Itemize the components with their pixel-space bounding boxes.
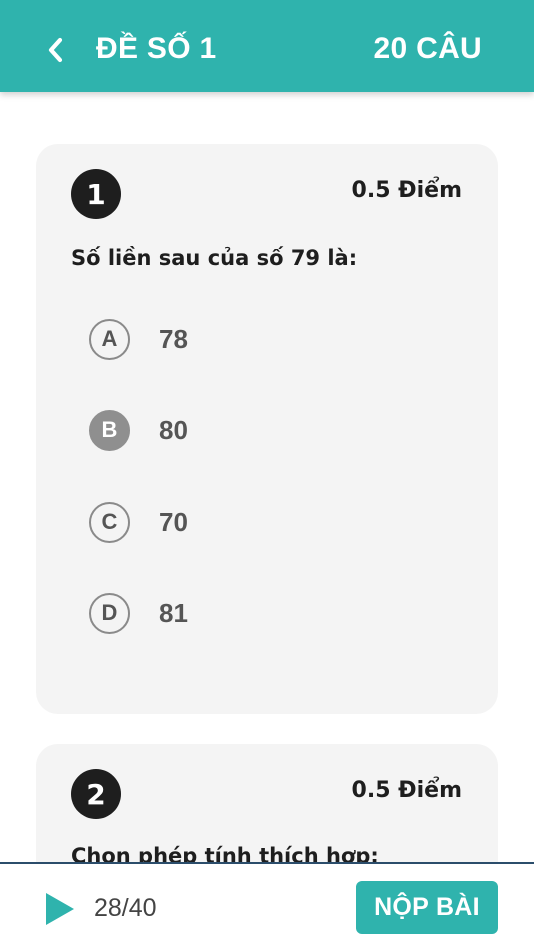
chevron-left-icon bbox=[48, 37, 63, 63]
option-letter-a: A bbox=[89, 318, 130, 360]
option-value-c: 70 bbox=[159, 506, 188, 537]
submit-button[interactable]: NỘP BÀI bbox=[356, 881, 498, 934]
option-value-a: 78 bbox=[159, 323, 188, 354]
back-button[interactable] bbox=[38, 30, 72, 70]
question-card: 2 0.5 Điểm Chọn phép tính thích hợp: bbox=[36, 744, 498, 862]
question-card: 1 0.5 Điểm Số liền sau của số 79 là: A 7… bbox=[36, 144, 498, 714]
option-value-b: 80 bbox=[159, 414, 188, 445]
question-count: 20 CÂU bbox=[373, 32, 482, 65]
question-number-badge: 1 bbox=[71, 169, 121, 219]
answer-option-b[interactable]: B 80 bbox=[89, 408, 449, 452]
question-list[interactable]: 1 0.5 Điểm Số liền sau của số 79 là: A 7… bbox=[0, 92, 534, 862]
play-icon[interactable] bbox=[44, 892, 76, 926]
option-letter-b: B bbox=[89, 409, 130, 451]
option-value-d: 81 bbox=[159, 597, 188, 628]
app-header: ĐỀ SỐ 1 20 CÂU bbox=[0, 0, 534, 92]
question-score: 0.5 Điểm bbox=[351, 778, 462, 803]
bottom-bar: 28/40 NỘP BÀI bbox=[0, 862, 534, 950]
answer-option-d[interactable]: D 81 bbox=[89, 591, 449, 635]
progress-counter: 28/40 bbox=[94, 894, 157, 922]
question-text: Chọn phép tính thích hợp: bbox=[71, 844, 379, 862]
question-number-badge: 2 bbox=[71, 769, 121, 819]
option-letter-d: D bbox=[89, 592, 130, 634]
option-letter-c: C bbox=[89, 501, 130, 543]
question-score: 0.5 Điểm bbox=[351, 178, 462, 203]
answer-option-c[interactable]: C 70 bbox=[89, 500, 449, 544]
answer-option-a[interactable]: A 78 bbox=[89, 317, 449, 361]
page-title: ĐỀ SỐ 1 bbox=[96, 32, 217, 65]
question-text: Số liền sau của số 79 là: bbox=[71, 246, 358, 270]
